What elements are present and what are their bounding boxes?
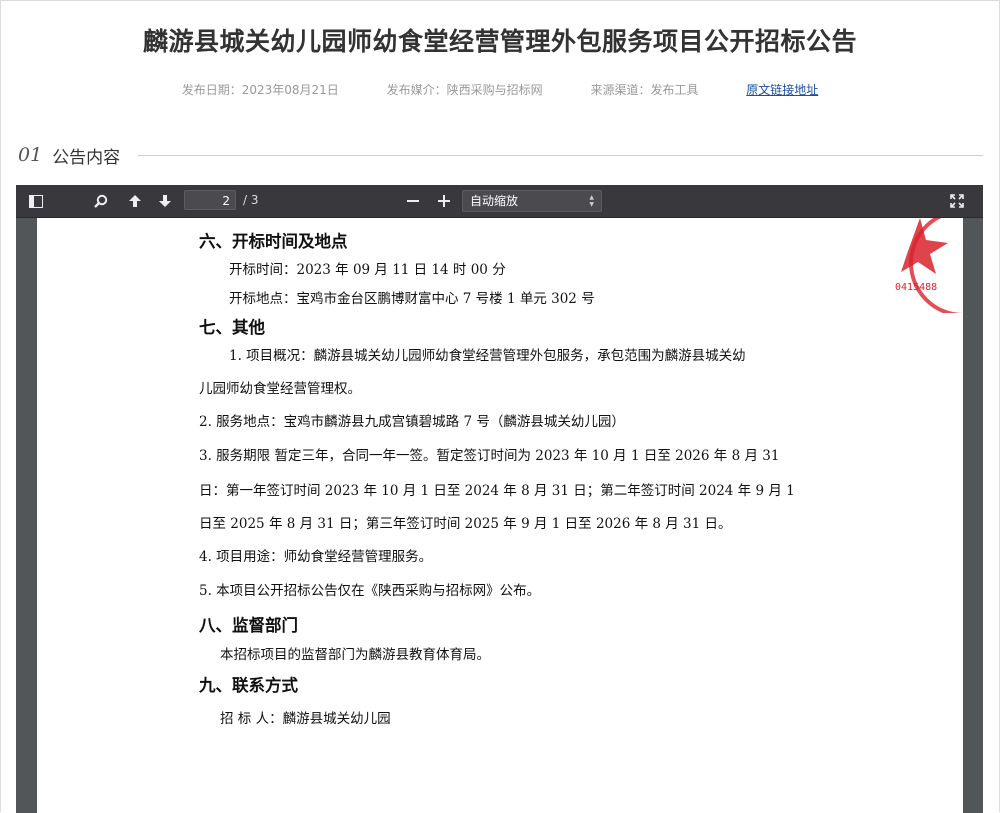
- fullscreen-icon[interactable]: [946, 190, 968, 212]
- meta-bar: 发布日期：2023年08月21日 发布媒介：陕西采购与招标网 来源渠道：发布工具…: [0, 81, 1000, 98]
- doc-heading-7: 七、其他: [199, 318, 265, 337]
- zoom-out-icon[interactable]: [402, 190, 424, 212]
- section-title: 公告内容: [52, 147, 121, 168]
- pdf-viewer: 2 / 3 自动缩放 ▲ ▼ 0415488 六、开标时间及地点 开标时间：202…: [16, 185, 983, 813]
- doc-line: 日：第一年签订时间 2023 年 10 月 1 日至 2024 年 8 月 31…: [199, 483, 795, 499]
- pdf-toolbar: 2 / 3 自动缩放 ▲ ▼: [16, 185, 983, 218]
- doc-line: 日至 2025 年 8 月 31 日；第三年签订时间 2025 年 9 月 1 …: [199, 516, 732, 532]
- arrow-up-icon[interactable]: [124, 190, 146, 212]
- official-seal-icon: 0415488: [895, 218, 963, 313]
- seal-number: 0415488: [895, 282, 937, 293]
- doc-heading-6: 六、开标时间及地点: [199, 232, 348, 251]
- doc-line: 开标地点：宝鸡市金台区鹏博财富中心 7 号楼 1 单元 302 号: [229, 291, 595, 307]
- section-header: 01 公告内容: [18, 141, 983, 169]
- arrow-down-icon[interactable]: [154, 190, 176, 212]
- zoom-select-value: 自动缩放: [470, 194, 519, 208]
- search-icon[interactable]: [90, 190, 112, 212]
- doc-heading-8: 八、监督部门: [199, 616, 298, 635]
- page-title: 麟游县城关幼儿园师幼食堂经营管理外包服务项目公开招标公告: [142, 27, 857, 56]
- section-divider: [138, 154, 983, 156]
- doc-line: 招 标 人：麟游县城关幼儿园: [220, 711, 391, 727]
- sidebar-toggle-icon[interactable]: [25, 190, 47, 212]
- doc-heading-9: 九、联系方式: [199, 676, 298, 695]
- original-link[interactable]: 原文链接地址: [746, 81, 818, 98]
- source-channel: 来源渠道：发布工具: [590, 83, 699, 97]
- doc-line: 3. 服务期限 暂定三年，合同一年一签。暂定签订时间为 2023 年 10 月 …: [199, 448, 780, 464]
- zoom-select[interactable]: 自动缩放 ▲ ▼: [462, 190, 602, 212]
- pdf-page: 0415488 六、开标时间及地点 开标时间：2023 年 09 月 11 日 …: [37, 218, 963, 813]
- publish-media: 发布媒介：陕西采购与招标网: [386, 83, 543, 97]
- doc-line: 1. 项目概况：麟游县城关幼儿园师幼食堂经营管理外包服务，承包范围为麟游县城关幼: [229, 348, 746, 364]
- doc-line: 本招标项目的监督部门为麟游县教育体育局。: [220, 647, 490, 663]
- doc-line: 4. 项目用途：师幼食堂经营管理服务。: [199, 549, 433, 565]
- page-number-input[interactable]: 2: [184, 190, 236, 210]
- chevron-down-icon: ▲ ▼: [589, 194, 594, 208]
- doc-line: 开标时间：2023 年 09 月 11 日 14 时 00 分: [229, 262, 506, 278]
- doc-line: 2. 服务地点：宝鸡市麟游县九成宫镇碧城路 7 号（麟游县城关幼儿园）: [199, 414, 625, 430]
- publish-date: 发布日期：2023年08月21日: [181, 83, 339, 97]
- doc-line: 儿园师幼食堂经营管理权。: [199, 381, 361, 397]
- doc-line: 5. 本项目公开招标公告仅在《陕西采购与招标网》公布。: [199, 583, 541, 599]
- page-total: / 3: [243, 193, 259, 207]
- zoom-in-icon[interactable]: [433, 190, 455, 212]
- section-number: 01: [18, 144, 43, 166]
